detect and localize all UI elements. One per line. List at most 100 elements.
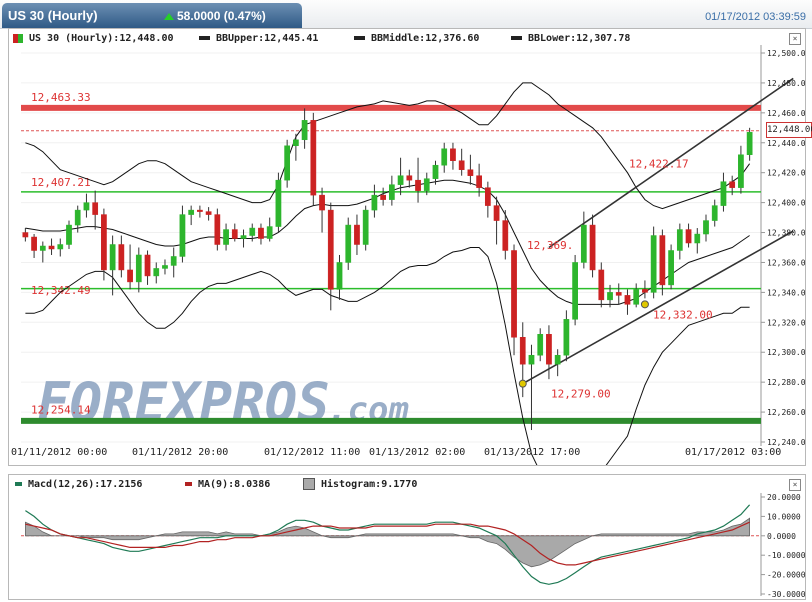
candle-up [66,225,71,244]
time-axis-tick-label: 01/12/2012 11:00 [264,447,360,458]
instrument-tab[interactable]: US 30 (Hourly) 58.0000 (0.47%) [2,3,302,28]
price-axis-tick-label: 12,280.00 [767,378,805,387]
candle-up [668,250,673,284]
candle-up [651,236,656,293]
time-axis-tick-label: 01/17/2012 03:00 [685,447,781,458]
macd-grid [21,493,761,596]
candle-up [110,245,115,270]
level-label: 12,342.49 [31,284,91,297]
candle-up [84,203,89,210]
candle-up [223,230,228,245]
candle-up [581,225,586,262]
candle-down [590,225,595,270]
candle-down [625,295,630,304]
price-axis-tick-label: 12,440.00 [767,139,805,148]
price-annotation: 12,422.17 [629,157,689,170]
price-axis: 12,500.0012,480.0012,460.0012,440.0012,4… [761,49,805,447]
price-axis-tick-label: 12,460.00 [767,109,805,118]
candle-up [154,268,159,275]
price-axis-tick-label: 12,420.00 [767,169,805,178]
macd-axis-tick-label: -20.0000 [767,571,805,580]
candle-up [433,165,438,178]
time-axis-tick-label: 01/13/2012 17:00 [484,447,580,458]
candle-up [337,262,342,289]
candle-down [215,215,220,245]
candle-up [180,215,185,257]
candle-up [634,289,639,304]
candle-down [407,176,412,180]
candle-up [162,265,167,268]
macd-axis-tick-label: 20.0000 [767,493,801,502]
candle-down [23,233,28,237]
candle-up [738,155,743,188]
chart-header: US 30 (Hourly) 58.0000 (0.47%) 01/17/201… [0,0,812,29]
price-axis-tick-label: 12,360.00 [767,258,805,267]
watermark-brand: FOREXPROS [37,371,330,434]
candle-down [319,195,324,210]
candle-up [293,140,298,146]
macd-panel[interactable]: Macd(12,26):17.2156 MA(9):8.0386 Histogr… [8,474,806,600]
price-chart-panel[interactable]: US 30 (Hourly):12,448.00 BBUpper:12,445.… [8,28,806,466]
macd-axis-tick-label: -10.0000 [767,551,805,560]
candle-down [311,120,316,195]
candle-down [415,180,420,190]
candle-down [730,182,735,188]
candle-up [58,245,63,249]
price-axis-tick-label: 12,400.00 [767,199,805,208]
macd-axis-tick-label: 10.0000 [767,512,801,521]
candle-down [686,230,691,243]
candle-up [276,180,281,226]
bb-middle-line [25,180,749,304]
candle-down [197,210,202,211]
candle-down [503,221,508,251]
candle-down [546,334,551,364]
candle-down [101,215,106,270]
candle-up [572,262,577,319]
candle-up [703,221,708,234]
price-axis-tick-label: 12,480.00 [767,79,805,88]
candle-down [468,170,473,176]
watermark-suffix: .com [327,390,409,430]
time-axis-tick-label: 01/11/2012 00:00 [11,447,107,458]
candle-up [442,149,447,165]
candle-up [136,255,141,282]
candle-down [354,225,359,244]
candle-up [564,319,569,355]
macd-line [25,505,749,585]
candle-down [494,206,499,221]
candle-down [511,250,516,337]
candle-down [477,176,482,188]
up-arrow-icon [164,13,174,20]
pivot-marker [519,380,526,387]
watermark: FOREXPROS .com [37,371,409,434]
macd-chart: 20.000010.00000.0000-10.0000-20.0000-30.… [9,475,805,599]
candle-up [171,256,176,265]
price-axis-tick-label: 12,300.00 [767,348,805,357]
price-change: 58.0000 (0.47%) [177,9,266,23]
candle-up [677,230,682,251]
candle-down [459,161,464,170]
last-price-tag: 12,448.00 [766,122,812,138]
trendlines [523,78,794,383]
candle-down [258,228,263,238]
pivot-marker [641,301,648,308]
candle-up [267,227,272,239]
price-annotation: 12,369. [527,239,573,252]
candle-up [721,182,726,206]
candle-down [616,292,621,295]
price-annotation: 12,279.00 [551,388,611,401]
bb-upper-line [25,83,749,209]
trendline [523,231,794,384]
candle-up [529,355,534,364]
candle-down [232,230,237,239]
candle-up [372,195,377,210]
candle-down [119,245,124,270]
candle-down [145,255,150,276]
candle-down [328,210,333,289]
candle-up [712,206,717,221]
price-axis-tick-label: 12,260.00 [767,408,805,417]
candle-down [206,212,211,215]
candle-down [520,337,525,364]
candle-up [424,179,429,191]
candle-up [302,120,307,139]
